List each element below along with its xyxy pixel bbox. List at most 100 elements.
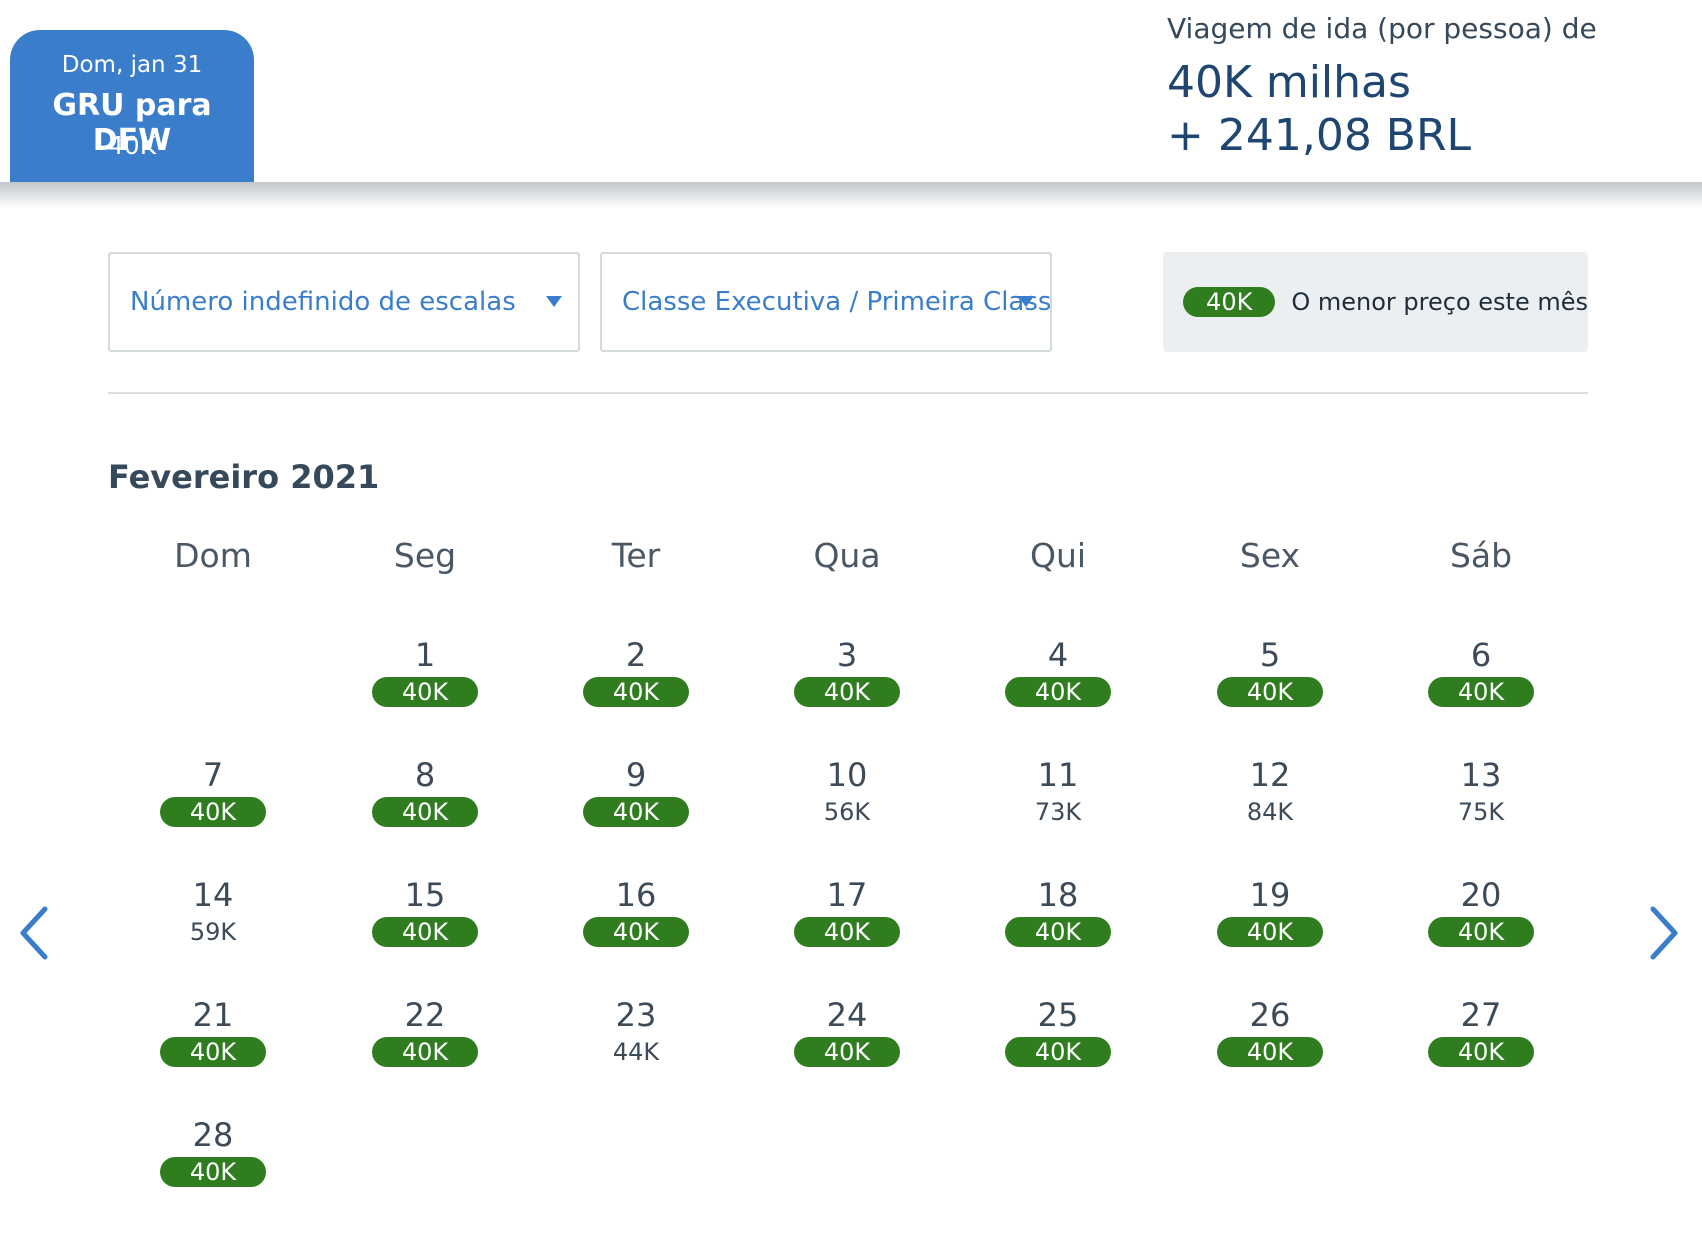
day-number: 27 xyxy=(1460,996,1502,1034)
lowest-price-badge: 40K xyxy=(1428,677,1534,707)
lowest-price-badge: 40K xyxy=(372,797,478,827)
weekday-label: Sáb xyxy=(1449,536,1513,575)
weekday-label: Sex xyxy=(1239,536,1301,575)
selected-date-tab[interactable]: Dom, jan 31 GRU para DFW 40K xyxy=(10,30,254,182)
lowest-price-badge: 40K xyxy=(1217,677,1323,707)
summary-miles: 40K milhas xyxy=(1167,57,1411,108)
day-number: 3 xyxy=(836,636,858,674)
calendar-day[interactable]: 24 40K xyxy=(767,996,927,1096)
day-number: 25 xyxy=(1037,996,1079,1034)
day-number: 10 xyxy=(826,756,868,794)
day-price: 75K xyxy=(1457,798,1505,826)
day-number: 1 xyxy=(414,636,436,674)
day-number: 4 xyxy=(1047,636,1069,674)
day-number: 23 xyxy=(615,996,657,1034)
calendar-day[interactable]: 23 44K xyxy=(556,996,716,1096)
day-number: 28 xyxy=(192,1116,234,1154)
calendar-day[interactable]: 9 40K xyxy=(556,756,716,856)
lowest-price-legend: 40K O menor preço este mês xyxy=(1163,252,1588,352)
calendar-day[interactable]: 1 40K xyxy=(345,636,505,736)
day-number: 2 xyxy=(625,636,647,674)
divider xyxy=(108,392,1588,394)
calendar-day[interactable]: 6 40K xyxy=(1401,636,1561,736)
calendar-day[interactable]: 13 75K xyxy=(1401,756,1561,856)
weekday-label: Ter xyxy=(611,536,661,575)
calendar-day[interactable]: 22 40K xyxy=(345,996,505,1096)
calendar-day[interactable]: 27 40K xyxy=(1401,996,1561,1096)
calendar-day[interactable]: 11 73K xyxy=(978,756,1138,856)
stops-select-value: Número indefinido de escalas xyxy=(130,287,516,317)
day-price: 59K xyxy=(189,918,237,946)
day-number: 20 xyxy=(1460,876,1502,914)
lowest-price-badge: 40K xyxy=(583,677,689,707)
day-number: 24 xyxy=(826,996,868,1034)
lowest-price-badge: 40K xyxy=(1005,1037,1111,1067)
day-price: 73K xyxy=(1034,798,1082,826)
lowest-price-badge: 40K xyxy=(794,677,900,707)
chevron-down-icon xyxy=(546,296,562,307)
calendar-day[interactable]: 19 40K xyxy=(1190,876,1350,976)
calendar-day[interactable]: 26 40K xyxy=(1190,996,1350,1096)
cabin-select[interactable]: Classe Executiva / Primeira Classe xyxy=(600,252,1052,352)
calendar-day[interactable]: 7 40K xyxy=(133,756,293,856)
calendar-day[interactable]: 8 40K xyxy=(345,756,505,856)
day-price: 56K xyxy=(823,798,871,826)
calendar-day[interactable]: 14 59K xyxy=(133,876,293,976)
weekday-label: Seg xyxy=(393,536,457,575)
calendar-day[interactable]: 15 40K xyxy=(345,876,505,976)
day-number: 6 xyxy=(1470,636,1492,674)
lowest-price-badge: 40K xyxy=(372,677,478,707)
day-number: 19 xyxy=(1249,876,1291,914)
selected-date: Dom, jan 31 xyxy=(61,52,203,78)
calendar-day[interactable]: 25 40K xyxy=(978,996,1138,1096)
lowest-price-badge: 40K xyxy=(160,1037,266,1067)
lowest-price-badge: 40K xyxy=(160,797,266,827)
summary-label: Viagem de ida (por pessoa) de xyxy=(1167,12,1597,45)
lowest-price-badge: 40K xyxy=(583,797,689,827)
calendar-day[interactable]: 17 40K xyxy=(767,876,927,976)
day-price: 84K xyxy=(1246,798,1294,826)
day-number: 8 xyxy=(414,756,436,794)
day-number: 13 xyxy=(1460,756,1502,794)
lowest-price-badge: 40K xyxy=(794,917,900,947)
lowest-price-badge: 40K xyxy=(1005,917,1111,947)
lowest-price-badge: 40K xyxy=(1217,1037,1323,1067)
calendar-day[interactable]: 4 40K xyxy=(978,636,1138,736)
day-number: 12 xyxy=(1249,756,1291,794)
summary-cash: + 241,08 BRL xyxy=(1167,110,1472,161)
calendar-day[interactable]: 12 84K xyxy=(1190,756,1350,856)
calendar-day[interactable]: 10 56K xyxy=(767,756,927,856)
previous-month-button[interactable] xyxy=(15,905,55,961)
weekday-label: Dom xyxy=(174,536,252,575)
chevron-left-icon xyxy=(20,906,48,960)
calendar-day[interactable]: 18 40K xyxy=(978,876,1138,976)
legend-badge: 40K xyxy=(1183,287,1276,317)
lowest-price-badge: 40K xyxy=(583,917,689,947)
day-number: 7 xyxy=(202,756,224,794)
chevron-right-icon xyxy=(1650,906,1678,960)
month-title: Fevereiro 2021 xyxy=(108,458,380,496)
calendar-day[interactable]: 5 40K xyxy=(1190,636,1350,736)
day-number: 22 xyxy=(404,996,446,1034)
lowest-price-badge: 40K xyxy=(372,917,478,947)
stops-select[interactable]: Número indefinido de escalas xyxy=(108,252,580,352)
day-number: 17 xyxy=(826,876,868,914)
next-month-button[interactable] xyxy=(1643,905,1683,961)
fare-summary: Viagem de ida (por pessoa) de 40K milhas… xyxy=(1167,12,1597,161)
day-number: 16 xyxy=(615,876,657,914)
calendar-day[interactable]: 16 40K xyxy=(556,876,716,976)
calendar-day[interactable]: 20 40K xyxy=(1401,876,1561,976)
lowest-price-badge: 40K xyxy=(1428,917,1534,947)
day-number: 14 xyxy=(192,876,234,914)
calendar-day[interactable]: 28 40K xyxy=(133,1116,293,1216)
day-number: 18 xyxy=(1037,876,1079,914)
calendar-day[interactable]: 2 40K xyxy=(556,636,716,736)
day-number: 5 xyxy=(1259,636,1281,674)
calendar-day[interactable]: 3 40K xyxy=(767,636,927,736)
weekday-label: Qua xyxy=(813,536,881,575)
cabin-select-value: Classe Executiva / Primeira Classe xyxy=(622,287,1052,317)
chevron-down-icon xyxy=(1018,296,1034,307)
calendar-day[interactable]: 21 40K xyxy=(133,996,293,1096)
legend-text: O menor preço este mês xyxy=(1291,288,1588,316)
lowest-price-badge: 40K xyxy=(160,1157,266,1187)
